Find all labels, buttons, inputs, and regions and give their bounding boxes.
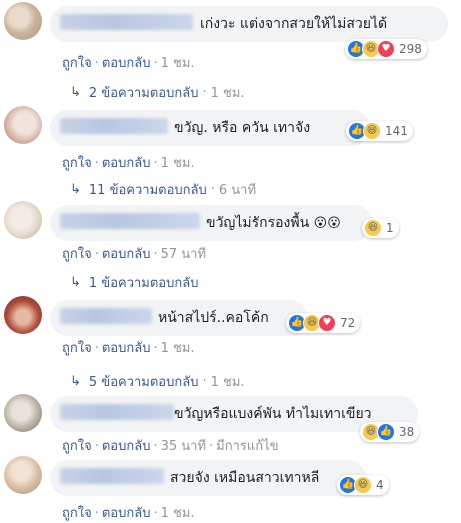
avatar[interactable] (4, 394, 42, 432)
comment-bubble: ขวัญ. หรือ ควัน เทาจัง (50, 110, 370, 146)
view-replies[interactable]: ↳ 5 ข้อความตอบกลับ · 1 ชม. (70, 371, 245, 392)
comment-time[interactable]: 1 ชม. (161, 341, 195, 356)
reactions-summary[interactable]: 👍 😆 ♥ 298 (345, 39, 427, 59)
comment-time[interactable]: 1 ชม. (161, 56, 195, 71)
avatar[interactable] (4, 2, 42, 40)
blurred-author-name (60, 468, 164, 484)
like-link[interactable]: ถูกใจ (62, 56, 92, 71)
reaction-count: 1 (386, 221, 394, 235)
separator: · (153, 156, 158, 171)
separator: · (94, 439, 99, 454)
comment-time[interactable]: 57 นาที (161, 247, 206, 262)
replies-count[interactable]: 5 ข้อความตอบกลับ (89, 371, 199, 392)
replies-count[interactable]: 11 ข้อความตอบกลับ (89, 179, 207, 200)
avatar[interactable] (4, 296, 42, 334)
comment-actions: ถูกใจ · ตอบกลับ · 1 ชม. (62, 152, 195, 173)
separator: · (153, 341, 158, 356)
comment-actions: ถูกใจ · ตอบกลับ · 1 ชม. (62, 502, 195, 523)
separator: · (94, 341, 99, 356)
reaction-count: 72 (340, 316, 356, 330)
haha-reaction-icon: 😆 (363, 122, 381, 140)
comment-text: ขวัญไม่รักรองพื้น 😮😮 (206, 213, 341, 234)
reply-link[interactable]: ตอบกลับ (102, 56, 151, 71)
separator: · (153, 506, 158, 521)
separator: · (94, 506, 99, 521)
replies-time: 1 ชม. (210, 86, 245, 101)
blurred-author-name (60, 308, 152, 324)
comment-bubble: เก่งวะ แต่งจากสวยให้ไม่สวยได้ (50, 6, 448, 42)
love-reaction-icon: ♥ (377, 40, 395, 58)
reactions-summary[interactable]: 😆 👍 38 (360, 422, 420, 442)
avatar[interactable] (4, 201, 42, 239)
like-link[interactable]: ถูกใจ (62, 439, 92, 454)
comment-text: ขวัญ. หรือ ควัน เทาจัง (174, 120, 311, 136)
comment-bubble: หน้าสไปร์..คอโค้ก (50, 300, 308, 336)
view-replies[interactable]: ↳ 11 ข้อความตอบกลับ · 6 นาที (70, 179, 256, 200)
comment-bubble: สวยจัง เหมือนสาวเทาหลี (50, 460, 366, 496)
reactions-summary[interactable]: 😆 1 (362, 218, 399, 238)
comment-actions: ถูกใจ · ตอบกลับ · 57 นาที (62, 243, 206, 264)
comment-text: ขวัญหรือแบงค์พัน ทำไมเทาเขียว (174, 406, 372, 422)
avatar[interactable] (4, 106, 42, 144)
reaction-count: 298 (399, 42, 422, 56)
comment-time[interactable]: 35 นาที (161, 439, 206, 454)
reactions-summary[interactable]: 👍 😆 4 (337, 475, 389, 495)
reply-link[interactable]: ตอบกลับ (102, 439, 151, 454)
reply-arrow-icon: ↳ (70, 275, 81, 290)
comment-text-body: ขวัญไม่รักรองพื้น (206, 215, 310, 231)
comment-actions: ถูกใจ · ตอบกลับ · 35 นาที · มีการแก้ไข (62, 435, 279, 456)
avatar[interactable] (4, 456, 42, 494)
haha-reaction-icon: 😆 (364, 219, 382, 237)
view-replies[interactable]: ↳ 2 ข้อความตอบกลับ · 1 ชม. (70, 82, 245, 103)
reactions-summary[interactable]: 👍 😆 141 (346, 121, 413, 141)
like-link[interactable]: ถูกใจ (62, 506, 92, 521)
reply-arrow-icon: ↳ (70, 85, 81, 100)
replies-count[interactable]: 1 ข้อความตอบกลับ (89, 272, 199, 293)
reaction-count: 141 (385, 124, 408, 138)
separator: · (94, 156, 99, 171)
separator: · (202, 374, 207, 389)
separator: · (202, 85, 207, 100)
blurred-author-name (60, 14, 193, 30)
separator: · (153, 56, 158, 71)
blurred-author-name (60, 213, 200, 229)
comment-actions: ถูกใจ · ตอบกลับ · 1 ชม. (62, 52, 195, 73)
comment-time[interactable]: 1 ชม. (161, 156, 195, 171)
comment-text: เก่งวะ แต่งจากสวยให้ไม่สวยได้ (200, 16, 388, 32)
comment-time[interactable]: 1 ชม. (161, 506, 195, 521)
reply-link[interactable]: ตอบกลับ (102, 247, 151, 262)
separator: · (94, 56, 99, 71)
like-link[interactable]: ถูกใจ (62, 341, 92, 356)
edited-label[interactable]: มีการแก้ไข (216, 439, 278, 454)
like-link[interactable]: ถูกใจ (62, 156, 92, 171)
reply-link[interactable]: ตอบกลับ (102, 506, 151, 521)
haha-reaction-icon: 😆 (354, 476, 372, 494)
comment-actions: ถูกใจ · ตอบกลับ · 1 ชม. (62, 337, 195, 358)
separator: · (94, 247, 99, 262)
reply-link[interactable]: ตอบกลับ (102, 156, 151, 171)
replies-time: 1 ชม. (210, 375, 245, 390)
separator: · (210, 182, 215, 197)
separator: · (153, 247, 158, 262)
replies-time: 6 นาที (218, 183, 257, 198)
comment-bubble: ขวัญไม่รักรองพื้น 😮😮 (50, 205, 372, 241)
like-link[interactable]: ถูกใจ (62, 247, 92, 262)
blurred-author-name (60, 404, 174, 420)
reply-arrow-icon: ↳ (70, 374, 81, 389)
reactions-summary[interactable]: 👍 😆 ♥ 72 (286, 313, 361, 333)
comment-text: สวยจัง เหมือนสาวเทาหลี (170, 470, 320, 486)
love-reaction-icon: ♥ (318, 314, 336, 332)
separator: · (153, 439, 158, 454)
surprised-emoji: 😮😮 (313, 216, 341, 231)
reply-arrow-icon: ↳ (70, 182, 81, 197)
reaction-count: 38 (399, 425, 415, 439)
view-replies[interactable]: ↳ 1 ข้อความตอบกลับ (70, 272, 198, 293)
separator: · (209, 439, 214, 454)
like-reaction-icon: 👍 (377, 423, 395, 441)
reaction-count: 4 (376, 478, 384, 492)
reply-link[interactable]: ตอบกลับ (102, 341, 151, 356)
comment-text: หน้าสไปร์..คอโค้ก (158, 310, 269, 326)
blurred-author-name (60, 118, 168, 134)
replies-count[interactable]: 2 ข้อความตอบกลับ (89, 82, 199, 103)
